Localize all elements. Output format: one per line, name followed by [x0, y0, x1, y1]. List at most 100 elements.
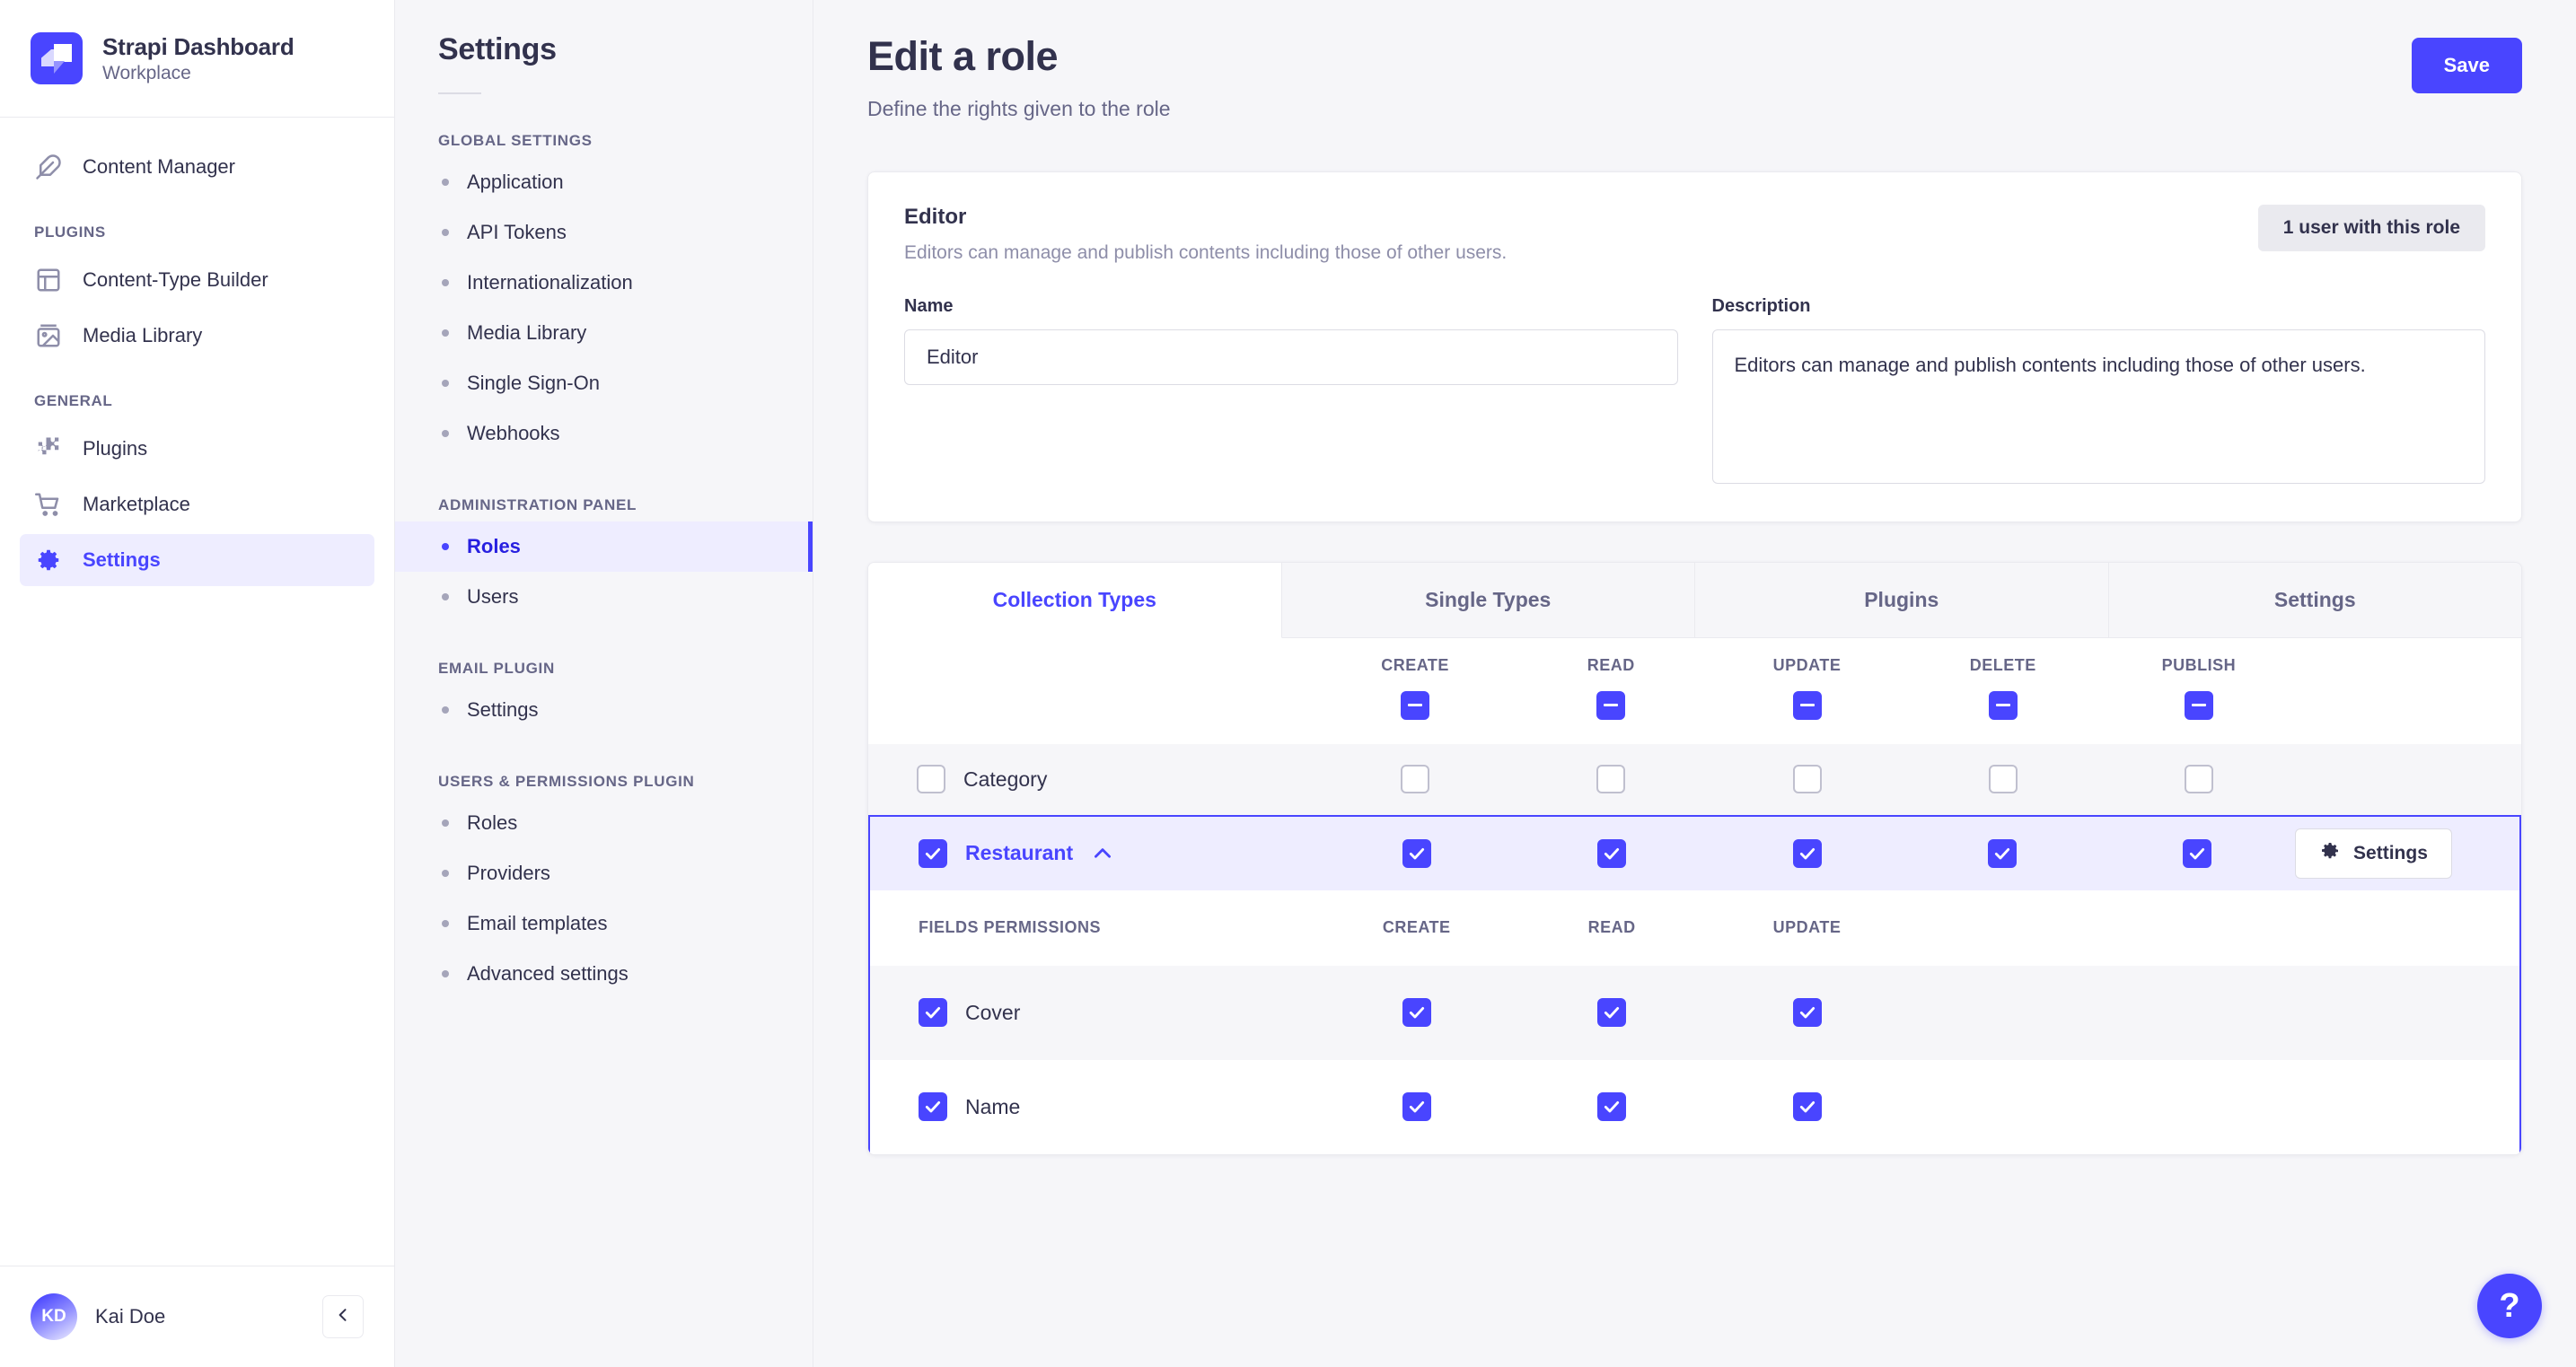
- subnav-section-administration-panel-label: ADMINISTRATION PANEL: [438, 496, 637, 513]
- tab-single-types[interactable]: Single Types: [1281, 562, 1695, 638]
- subnav-item-label: Roles: [467, 811, 518, 834]
- sidebar-item-settings[interactable]: Settings: [20, 534, 374, 586]
- cell-checkbox[interactable]: [2184, 765, 2213, 793]
- bullet-icon: [442, 329, 449, 337]
- cell-checkbox[interactable]: [1988, 765, 2018, 793]
- subnav-item-webhooks[interactable]: Webhooks: [395, 408, 813, 459]
- subnav-item-label: Users: [467, 585, 519, 608]
- table-row[interactable]: Cover: [870, 965, 2519, 1060]
- chevron-up-icon[interactable]: [1091, 842, 1114, 865]
- role-name-heading: Editor: [904, 204, 967, 229]
- field-cover-checkbox[interactable]: [919, 998, 947, 1027]
- bullet-icon: [442, 543, 449, 550]
- column-update-checkbox[interactable]: [1792, 690, 1822, 720]
- cell-checkbox[interactable]: [1597, 838, 1627, 868]
- column-create-checkbox[interactable]: [1401, 690, 1430, 720]
- column-delete: DELETE: [1905, 656, 2101, 720]
- cell-restaurant-delete: [1904, 838, 2099, 868]
- brand-header[interactable]: Strapi Dashboard Workplace: [0, 0, 394, 118]
- cell-checkbox[interactable]: [1792, 838, 1822, 868]
- main-content: Edit a role Define the rights given to t…: [813, 0, 2576, 1367]
- user-name[interactable]: Kai Doe: [95, 1305, 304, 1328]
- cell-checkbox[interactable]: [1401, 765, 1430, 793]
- tab-collection-types[interactable]: Collection Types: [868, 562, 1282, 638]
- field-name-checkbox[interactable]: [919, 1092, 947, 1121]
- subnav-item-api-tokens[interactable]: API Tokens: [395, 207, 813, 258]
- cell-checkbox[interactable]: [2183, 838, 2212, 868]
- name-input[interactable]: [904, 329, 1678, 385]
- subnav-item-users[interactable]: Users: [395, 572, 813, 622]
- feather-icon: [34, 153, 63, 181]
- restaurant-settings-button[interactable]: Settings: [2295, 828, 2452, 879]
- brand-text: Strapi Dashboard Workplace: [102, 33, 295, 84]
- bullet-icon: [442, 706, 449, 714]
- cell-checkbox[interactable]: [1987, 838, 2017, 868]
- cell-restaurant-update: [1710, 838, 1904, 868]
- avatar[interactable]: KD: [31, 1293, 77, 1340]
- cell-checkbox[interactable]: [1597, 1092, 1627, 1121]
- subnav-section-global-settings-label: GLOBAL SETTINGS: [438, 132, 593, 149]
- tab-settings[interactable]: Settings: [2108, 562, 2521, 638]
- subnav-item-label: Single Sign-On: [467, 372, 600, 394]
- sidebar-item-content-type-builder[interactable]: Content-Type Builder: [20, 254, 374, 306]
- column-publish-checkbox[interactable]: [2184, 690, 2213, 720]
- shopping-cart-icon: [34, 490, 63, 519]
- subnav-item-email-templates[interactable]: Email templates: [395, 898, 813, 949]
- subnav-item-providers[interactable]: Providers: [395, 848, 813, 898]
- cell-category-publish: [2101, 765, 2297, 793]
- role-description-text: Editors can manage and publish contents …: [904, 241, 1508, 263]
- fields-column-read: READ: [1514, 918, 1709, 937]
- name-field-label: Name: [904, 295, 954, 316]
- restaurant-expanded-group: Restaurant Settings FIELDS PERMISSIONS C…: [868, 814, 2521, 1154]
- tab-plugins[interactable]: Plugins: [1695, 562, 2109, 638]
- table-row[interactable]: Name: [870, 1060, 2519, 1154]
- cell-checkbox[interactable]: [1792, 1092, 1822, 1121]
- sidebar-collapse-button[interactable]: [322, 1295, 364, 1338]
- help-button[interactable]: ?: [2477, 1274, 2542, 1338]
- sidebar-item-content-manager[interactable]: Content Manager: [20, 141, 374, 193]
- sidebar-item-marketplace[interactable]: Marketplace: [20, 478, 374, 530]
- subnav-item-internationalization[interactable]: Internationalization: [395, 258, 813, 308]
- page-title: Edit a role: [867, 33, 1059, 79]
- sidebar-item-label: Marketplace: [83, 493, 190, 515]
- subnav-item-advanced-settings[interactable]: Advanced settings: [395, 949, 813, 999]
- row-restaurant-checkbox[interactable]: [919, 838, 947, 868]
- cell-checkbox[interactable]: [1596, 765, 1626, 793]
- cell-checkbox[interactable]: [1792, 765, 1822, 793]
- subnav-item-application[interactable]: Application: [395, 157, 813, 207]
- cell-cover-create: [1319, 998, 1514, 1027]
- sidebar-item-plugins[interactable]: Plugins: [20, 423, 374, 475]
- column-delete-label: DELETE: [1969, 655, 2036, 674]
- brand-title: Strapi Dashboard: [102, 32, 295, 60]
- table-row[interactable]: Restaurant Settings: [870, 814, 2519, 890]
- user-count-badge[interactable]: 1 user with this role: [2257, 204, 2485, 251]
- cell-checkbox[interactable]: [1402, 998, 1431, 1027]
- table-row[interactable]: Category: [868, 743, 2521, 815]
- page-header-texts: Edit a role Define the rights given to t…: [867, 34, 2412, 121]
- cell-category-update: [1709, 765, 1904, 793]
- subnav-item-email-settings[interactable]: Settings: [395, 685, 813, 735]
- bullet-icon: [442, 179, 449, 186]
- column-delete-checkbox[interactable]: [1988, 690, 2018, 720]
- bullet-icon: [442, 870, 449, 877]
- cell-checkbox[interactable]: [1402, 838, 1431, 868]
- sidebar-item-media-library[interactable]: Media Library: [20, 310, 374, 362]
- page-subtitle: Define the rights given to the role: [867, 96, 1171, 120]
- row-category-checkbox[interactable]: [917, 765, 945, 793]
- description-textarea[interactable]: Editors can manage and publish contents …: [1711, 329, 2485, 484]
- cell-cover-read: [1514, 998, 1709, 1027]
- fields-column-update: UPDATE: [1710, 918, 1904, 937]
- subnav-item-label: Roles: [467, 535, 521, 557]
- fields-permissions-label-cell: FIELDS PERMISSIONS: [870, 918, 1319, 937]
- column-read-checkbox[interactable]: [1596, 690, 1626, 720]
- subnav-item-roles[interactable]: Roles: [395, 521, 813, 572]
- cell-checkbox[interactable]: [1792, 998, 1822, 1027]
- subnav-item-up-roles[interactable]: Roles: [395, 798, 813, 848]
- subnav-item-media-library[interactable]: Media Library: [395, 308, 813, 358]
- subnav-divider: [438, 92, 481, 94]
- save-button[interactable]: Save: [2411, 38, 2522, 93]
- cell-checkbox[interactable]: [1597, 998, 1627, 1027]
- cell-checkbox[interactable]: [1402, 1092, 1431, 1121]
- subnav-item-single-sign-on[interactable]: Single Sign-On: [395, 358, 813, 408]
- fields-column-create-label: CREATE: [1382, 918, 1451, 936]
